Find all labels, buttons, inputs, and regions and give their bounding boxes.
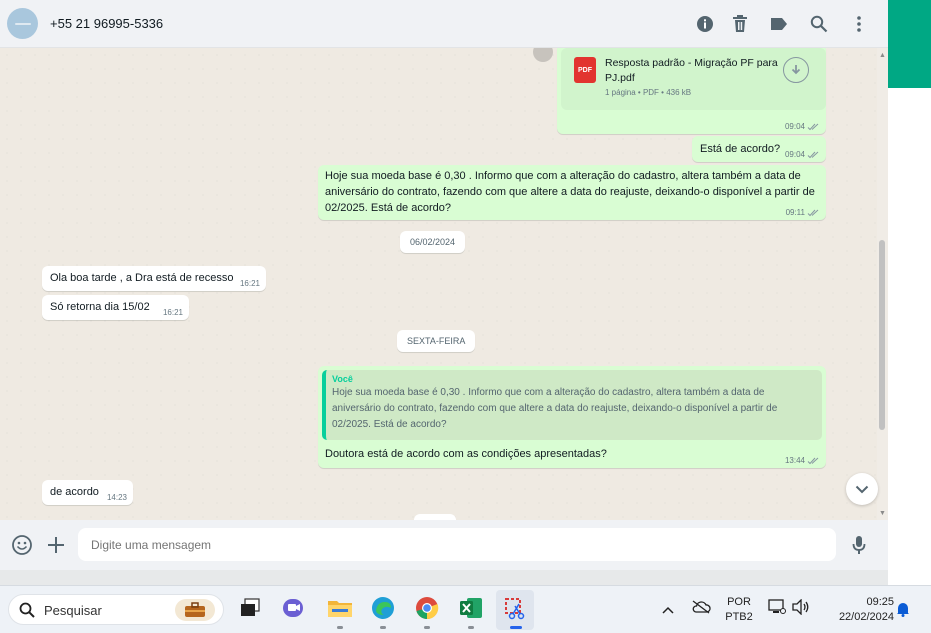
chevron-up-icon[interactable] <box>662 601 674 619</box>
pdf-file-meta: 1 página • PDF • 436 kB <box>605 88 692 97</box>
download-icon[interactable] <box>783 57 809 83</box>
active-indicator <box>510 626 522 629</box>
read-ticks-icon <box>807 457 819 464</box>
contact-name[interactable]: +55 21 96995-5336 <box>50 16 163 31</box>
notification-bell-icon[interactable] <box>896 601 910 622</box>
outgoing-message[interactable]: Hoje sua moeda base é 0,30 . Informo que… <box>318 165 826 220</box>
scroll-up-arrow-icon[interactable]: ▲ <box>879 52 886 59</box>
task-view-icon[interactable] <box>236 594 264 622</box>
volume-icon[interactable] <box>792 598 810 620</box>
message-text: Está de acordo? <box>700 143 781 155</box>
message-time: 16:21 <box>163 308 183 317</box>
message-text: Doutora está de acordo com as condições … <box>325 448 607 460</box>
desktop-background <box>888 88 931 585</box>
teams-meet-icon[interactable] <box>280 594 308 622</box>
language-indicator[interactable]: POR PTB2 <box>722 595 756 625</box>
message-time: 13:44 <box>785 456 820 465</box>
search-icon <box>19 602 35 618</box>
quoted-message[interactable]: Você Hoje sua moeda base é 0,30 . Inform… <box>322 370 822 440</box>
time-text: 14:23 <box>106 493 127 502</box>
scroll-to-bottom-button[interactable] <box>846 473 878 505</box>
incoming-message[interactable]: Ola boa tarde , a Dra está de recesso 16… <box>42 266 266 291</box>
time-text: 09:04 <box>784 122 805 131</box>
cloud-offline-icon[interactable] <box>691 600 711 619</box>
info-icon[interactable] <box>694 13 716 35</box>
reply-message[interactable]: Você Hoje sua moeda base é 0,30 . Inform… <box>318 366 826 468</box>
menu-icon[interactable] <box>848 13 870 35</box>
running-indicator <box>424 626 430 629</box>
microphone-icon[interactable] <box>847 533 871 557</box>
pdf-message[interactable]: PDF Resposta padrão - Migração PF para P… <box>557 48 826 134</box>
incoming-message[interactable]: de acordo 14:23 <box>42 480 133 505</box>
delete-icon[interactable] <box>729 13 751 35</box>
taskbar: Pesquisar POR PTB2 09:25 22/02/2024 <box>0 585 931 633</box>
label-icon[interactable] <box>768 13 790 35</box>
clock[interactable]: 09:25 22/02/2024 <box>820 595 894 625</box>
forward-icon[interactable] <box>533 48 553 62</box>
message-time: 14:23 <box>107 493 127 502</box>
keyboard-layout: PTB2 <box>725 611 753 623</box>
file-explorer-icon[interactable] <box>326 594 354 622</box>
pdf-attachment[interactable]: PDF Resposta padrão - Migração PF para P… <box>561 48 826 110</box>
read-ticks-icon <box>807 123 819 130</box>
read-ticks-icon <box>807 209 819 216</box>
incoming-message[interactable]: Só retorna dia 15/02 16:21 <box>42 295 189 320</box>
message-text: Ola boa tarde , a Dra está de recesso <box>50 272 234 284</box>
time-text: 16:21 <box>239 279 260 288</box>
pdf-file-icon: PDF <box>574 57 596 83</box>
scroll-down-arrow-icon[interactable]: ▼ <box>879 510 886 517</box>
date-separator: SEXTA-FEIRA <box>397 330 476 352</box>
date-separator: 06/02/2024 <box>400 231 466 253</box>
quote-author: Você <box>332 374 353 384</box>
time-text: 16:21 <box>162 308 183 317</box>
snipping-tool-icon[interactable] <box>501 594 529 622</box>
clock-date: 22/02/2024 <box>838 611 894 623</box>
message-time: 16:21 <box>240 279 260 288</box>
message-text: Hoje sua moeda base é 0,30 . Informo que… <box>325 170 815 214</box>
clock-time: 09:25 <box>866 596 894 608</box>
taskbar-search[interactable]: Pesquisar <box>8 594 224 625</box>
time-text: 13:44 <box>784 456 805 465</box>
chevron-down-icon <box>855 485 869 493</box>
avatar[interactable] <box>7 8 38 39</box>
chrome-icon[interactable] <box>413 594 441 622</box>
message-time: 09:11 <box>786 208 820 217</box>
composer-bar <box>0 520 888 570</box>
search-label: Pesquisar <box>44 603 102 618</box>
emoji-icon[interactable] <box>10 533 34 557</box>
scrollbar-thumb[interactable] <box>879 240 885 430</box>
message-time: 09:04 <box>785 150 820 159</box>
running-indicator <box>468 626 474 629</box>
quote-text: Hoje sua moeda base é 0,30 . Informo que… <box>332 387 778 430</box>
running-indicator <box>337 626 343 629</box>
outgoing-message[interactable]: Está de acordo? 09:04 <box>692 136 826 162</box>
time-text: 09:11 <box>785 208 805 217</box>
message-list[interactable]: PDF Resposta padrão - Migração PF para P… <box>0 48 888 520</box>
excel-icon[interactable] <box>457 594 485 622</box>
time-text: 09:04 <box>784 150 805 159</box>
attach-plus-icon[interactable] <box>44 533 68 557</box>
message-text: Só retorna dia 15/02 <box>50 301 150 313</box>
briefcase-icon[interactable] <box>175 599 215 621</box>
search-icon[interactable] <box>808 13 830 35</box>
edge-browser-icon[interactable] <box>369 594 397 622</box>
background-accent <box>888 0 931 88</box>
message-time: 09:04 <box>785 122 820 131</box>
message-input[interactable] <box>78 528 836 561</box>
chat-header: +55 21 96995-5336 <box>0 0 888 48</box>
language-code: POR <box>727 596 751 608</box>
message-text: de acordo <box>50 486 99 498</box>
pdf-file-name: Resposta padrão - Migração PF para PJ.pd… <box>605 57 778 84</box>
running-indicator <box>380 626 386 629</box>
network-icon[interactable] <box>768 599 786 620</box>
whatsapp-window: +55 21 96995-5336 PDF Resposta padrão - … <box>0 0 888 570</box>
read-ticks-icon <box>807 151 819 158</box>
